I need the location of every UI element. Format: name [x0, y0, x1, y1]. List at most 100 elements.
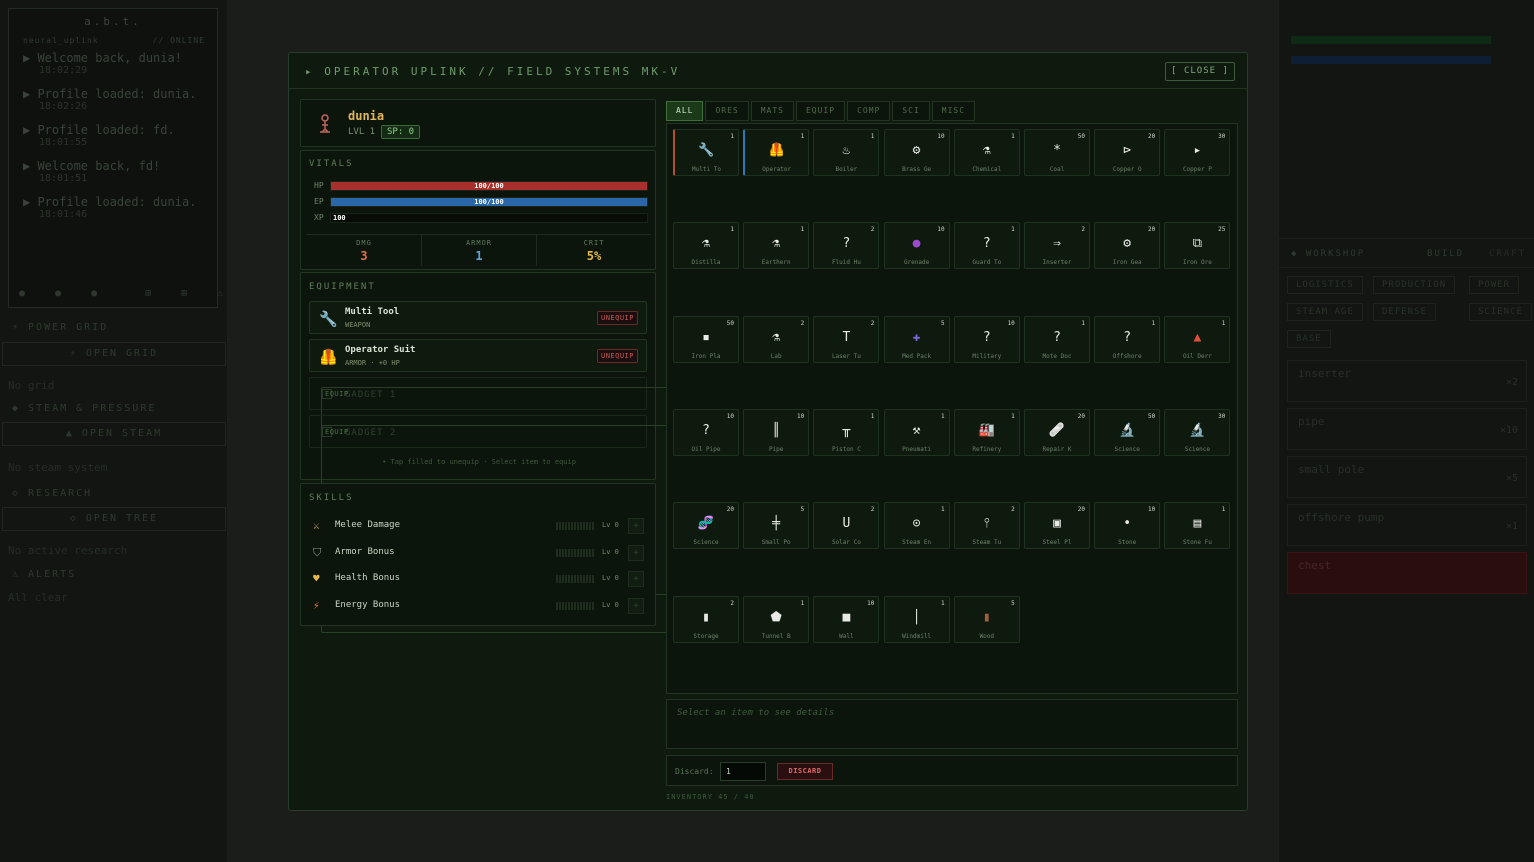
- inventory-slot[interactable]: 1 ⊙ Steam En: [883, 502, 950, 550]
- item-quantity: 1: [1081, 319, 1085, 327]
- discard-button[interactable]: DISCARD: [777, 763, 833, 780]
- log-entry: ▶ Welcome back, fd! 18:01:51: [23, 159, 217, 184]
- inventory-slot[interactable]: 10 ⚙ Brass Ge: [883, 129, 950, 176]
- workshop-tab[interactable]: PRODUCTION: [1373, 276, 1456, 294]
- workshop-tab[interactable]: DEFENSE: [1373, 303, 1436, 321]
- inventory-slot[interactable]: 50 * Coal: [1024, 129, 1090, 176]
- workshop-tab[interactable]: SCIENCE: [1469, 303, 1532, 321]
- skill-upgrade-button[interactable]: +: [628, 598, 644, 615]
- gadget-2-slot[interactable]: GADGET 2 EQUIP: [309, 415, 677, 633]
- workshop-tab[interactable]: LOGISTICS: [1287, 276, 1363, 294]
- discard-quantity-input[interactable]: [720, 762, 766, 781]
- inventory-slot[interactable]: 20 ⊳ Copper O: [1094, 129, 1161, 176]
- item-icon: ⊳: [1123, 143, 1132, 158]
- inventory-slot[interactable]: 10 ● Grenade: [883, 222, 950, 270]
- dot-icon[interactable]: ●: [19, 288, 25, 299]
- inventory-slot[interactable]: 1 🔧 Multi To: [673, 129, 739, 176]
- inventory-slot[interactable]: 1? Guard To: [953, 222, 1020, 270]
- inventory-slot[interactable]: 2? Fluid Hu: [813, 222, 880, 270]
- workshop-recipe-row[interactable]: offshore pump ×1: [1287, 504, 1527, 546]
- tab-comp[interactable]: COMP: [847, 101, 891, 121]
- inventory-slot[interactable]: 1 ╥ Piston C: [813, 408, 880, 456]
- inventory-slot[interactable]: 1 │ Windmill: [883, 595, 950, 643]
- armor-slot[interactable]: 🦺 Operator Suit ARMOR · +0 HP UNEQUIP: [309, 339, 647, 372]
- inventory-slot[interactable]: 1 🦺 Operator: [743, 129, 810, 176]
- workshop-recipe-row[interactable]: chest: [1287, 552, 1527, 594]
- tab-sci[interactable]: SCI: [892, 101, 930, 121]
- stat-dmg: DMG 3: [307, 235, 422, 266]
- inventory-slot[interactable]: 5 ✚ Med Pack: [883, 315, 950, 363]
- inventory-slot[interactable]: 25 ⧉ Iron Ore: [1164, 222, 1231, 270]
- inventory-slot[interactable]: 30 ▸ Copper P: [1164, 129, 1231, 176]
- item-quantity: 1: [940, 506, 945, 514]
- inventory-slot[interactable]: 1 ⬟ Tunnel B: [743, 595, 810, 643]
- inventory-slot[interactable]: 1? Offshore: [1094, 315, 1161, 363]
- open-tree-button[interactable]: ◇ OPEN TREE: [2, 507, 226, 531]
- inventory-slot[interactable]: 5 ▮ Wood: [953, 595, 1020, 643]
- inventory-slot[interactable]: 1 ⚗ Chemical: [953, 129, 1020, 176]
- inventory-slot[interactable]: 10? Military: [953, 315, 1020, 363]
- weapon-slot[interactable]: 🔧 Multi Tool WEAPON UNEQUIP: [309, 301, 647, 334]
- inventory-slot[interactable]: 1 🏭 Refinery: [953, 408, 1020, 456]
- inventory-slot[interactable]: 1 ⚒ Pneumati: [883, 408, 950, 456]
- inventory-slot[interactable]: 5 ╪ Small Po: [743, 502, 810, 550]
- inventory-slot[interactable]: 2 T Laser Tu: [813, 315, 880, 363]
- item-name: Oil Pipe: [691, 445, 721, 453]
- grid-icon[interactable]: ⊞: [145, 288, 151, 299]
- shield-icon: ⛉: [313, 545, 322, 559]
- inventory-slot[interactable]: 20 ⚙ Iron Gea: [1094, 222, 1161, 270]
- recipe-count: ×2: [1505, 377, 1518, 388]
- inventory-slot[interactable]: 2 ⚗ Lab: [743, 315, 810, 363]
- inventory-slot[interactable]: 50 🔬 Science: [1094, 408, 1161, 456]
- skill-upgrade-button[interactable]: +: [628, 571, 644, 588]
- tab-misc[interactable]: MISC: [931, 101, 976, 121]
- inventory-slot[interactable]: 20 🩹 Repair K: [1024, 408, 1090, 456]
- tab-all[interactable]: ALL: [666, 101, 704, 121]
- inventory-slot[interactable]: 1 ⚗ Distilla: [673, 222, 739, 270]
- workshop-recipe-row[interactable]: inserter ×2: [1287, 360, 1527, 402]
- save-icon[interactable]: ⊠: [181, 288, 187, 299]
- inventory-slot[interactable]: 2 ▮ Storage: [673, 595, 739, 643]
- workshop-tab[interactable]: STEAM AGE: [1287, 303, 1363, 321]
- tab-mats[interactable]: MATS: [750, 101, 794, 121]
- inventory-slot[interactable]: 1 ⚗ Earthern: [743, 222, 810, 270]
- tab-equip[interactable]: EQUIP: [795, 101, 846, 121]
- inventory-slot[interactable]: 1? Mote Doc: [1024, 315, 1090, 363]
- inventory-slot[interactable]: 1 ▲ Oil Derr: [1164, 315, 1231, 363]
- workshop-tab[interactable]: BASE: [1287, 330, 1331, 348]
- stat-value: 1: [475, 249, 483, 263]
- item-name: Copper O: [1112, 166, 1142, 173]
- warning-icon[interactable]: ⚠: [217, 288, 223, 299]
- open-steam-button[interactable]: ▲ OPEN STEAM: [2, 422, 226, 446]
- open-grid-button[interactable]: ⚡ OPEN GRID: [2, 342, 226, 366]
- workshop-recipe-row[interactable]: pipe ×10: [1287, 408, 1527, 450]
- inventory-slot[interactable]: 2 ⇒ Inserter: [1024, 222, 1090, 270]
- inventory-slot[interactable]: 10 ■ Wall: [813, 595, 880, 643]
- alerts-note: All clear: [8, 591, 68, 604]
- workshop-tab[interactable]: POWER: [1469, 276, 1520, 294]
- gadget-1-slot[interactable]: GADGET 1 EQUIP: [309, 377, 677, 595]
- inventory-slot[interactable]: 20 🧬 Science: [673, 502, 739, 550]
- inventory-slot[interactable]: 30 🔬 Science: [1164, 408, 1231, 456]
- inventory-slot[interactable]: 2 ⫯ Steam Tu: [953, 502, 1020, 550]
- build-tab[interactable]: BUILD: [1427, 249, 1464, 259]
- dot-icon[interactable]: ●: [55, 288, 61, 299]
- inventory-slot[interactable]: 1 ▤ Stone Fu: [1164, 502, 1231, 550]
- tab-ores[interactable]: ORES: [705, 101, 749, 121]
- skill-upgrade-button[interactable]: +: [628, 518, 644, 534]
- inventory-slot[interactable]: 20 ▣ Steel Pl: [1024, 502, 1090, 550]
- close-button[interactable]: [ CLOSE ]: [1165, 62, 1235, 81]
- unequip-armor-button[interactable]: UNEQUIP: [596, 349, 638, 363]
- inventory-slot[interactable]: 50 ▪ Iron Pla: [673, 315, 739, 363]
- skill-upgrade-button[interactable]: +: [628, 544, 644, 561]
- inventory-slot[interactable]: 10? Oil Pipe: [673, 408, 739, 456]
- unequip-weapon-button[interactable]: UNEQUIP: [596, 311, 638, 325]
- workshop-recipe-row[interactable]: small pole ×5: [1287, 456, 1527, 498]
- inventory-slot[interactable]: 2 U Solar Co: [813, 502, 880, 550]
- craft-tab[interactable]: CRAFT: [1489, 249, 1526, 259]
- inventory-slot[interactable]: 1 ♨ Boiler: [813, 129, 880, 176]
- item-icon: ╥: [842, 422, 851, 438]
- dot-icon[interactable]: ●: [91, 288, 97, 299]
- inventory-slot[interactable]: 10 ║ Pipe: [743, 408, 810, 456]
- inventory-slot[interactable]: 10 • Stone: [1094, 502, 1161, 550]
